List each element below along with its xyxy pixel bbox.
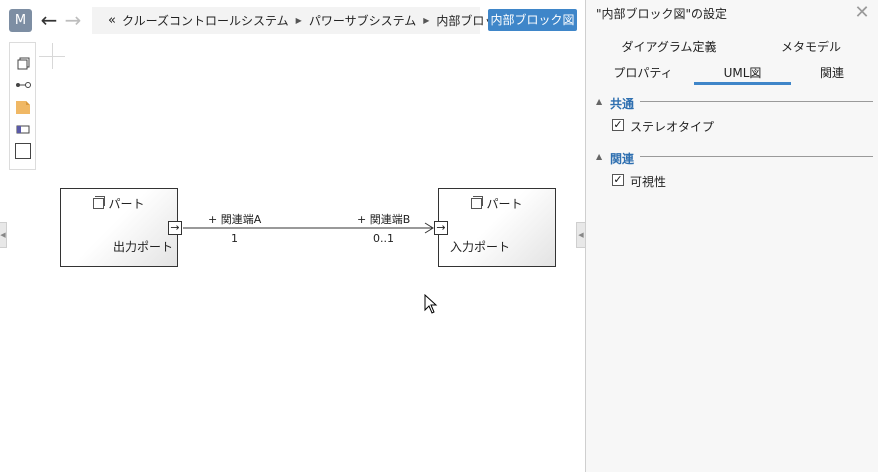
visibility-checkbox[interactable]: ✓ bbox=[612, 174, 624, 186]
section-divider bbox=[640, 156, 873, 157]
collapse-triangle-icon[interactable]: ▲ bbox=[596, 152, 602, 161]
panel-title: "内部ブロック図"の設定 bbox=[596, 7, 728, 21]
section-common-heading[interactable]: 共通 bbox=[610, 95, 634, 112]
part-label: パート bbox=[486, 197, 523, 211]
active-tab-indicator bbox=[694, 82, 791, 85]
association-end-b-name[interactable]: + 関連端B bbox=[357, 211, 410, 227]
section-divider bbox=[640, 101, 873, 102]
tab-association[interactable]: 関連 bbox=[806, 64, 858, 81]
stereotype-checkbox-label[interactable]: ステレオタイプ bbox=[630, 118, 714, 135]
output-port-label: 出力ポート bbox=[113, 240, 174, 254]
association-end-a-name[interactable]: + 関連端A bbox=[208, 211, 261, 227]
close-icon[interactable]: ✕ bbox=[853, 2, 871, 23]
part-icon bbox=[471, 196, 484, 209]
collapse-triangle-icon[interactable]: ▲ bbox=[596, 97, 602, 106]
tab-properties[interactable]: プロパティ bbox=[606, 64, 680, 81]
mouse-cursor-icon bbox=[424, 294, 438, 314]
stereotype-checkbox[interactable]: ✓ bbox=[612, 119, 624, 131]
section-association-heading[interactable]: 関連 bbox=[610, 150, 634, 167]
input-port-label: 入力ポート bbox=[450, 240, 511, 254]
part-block-right[interactable]: パート 入力ポート bbox=[438, 188, 556, 267]
part-icon bbox=[93, 196, 106, 209]
tab-uml-diagram[interactable]: UML図 bbox=[694, 64, 791, 81]
input-port[interactable]: → bbox=[434, 221, 448, 235]
visibility-checkbox-label[interactable]: 可視性 bbox=[630, 173, 666, 190]
tab-diagram-definition[interactable]: ダイアグラム定義 bbox=[618, 38, 720, 55]
part-label: パート bbox=[108, 197, 145, 211]
output-port[interactable]: → bbox=[168, 221, 182, 235]
association-end-b-multiplicity[interactable]: 0..1 bbox=[373, 232, 394, 245]
part-block-left[interactable]: パート 出力ポート bbox=[60, 188, 178, 267]
tab-metamodel[interactable]: メタモデル bbox=[772, 38, 850, 55]
association-end-a-multiplicity[interactable]: 1 bbox=[231, 232, 238, 245]
